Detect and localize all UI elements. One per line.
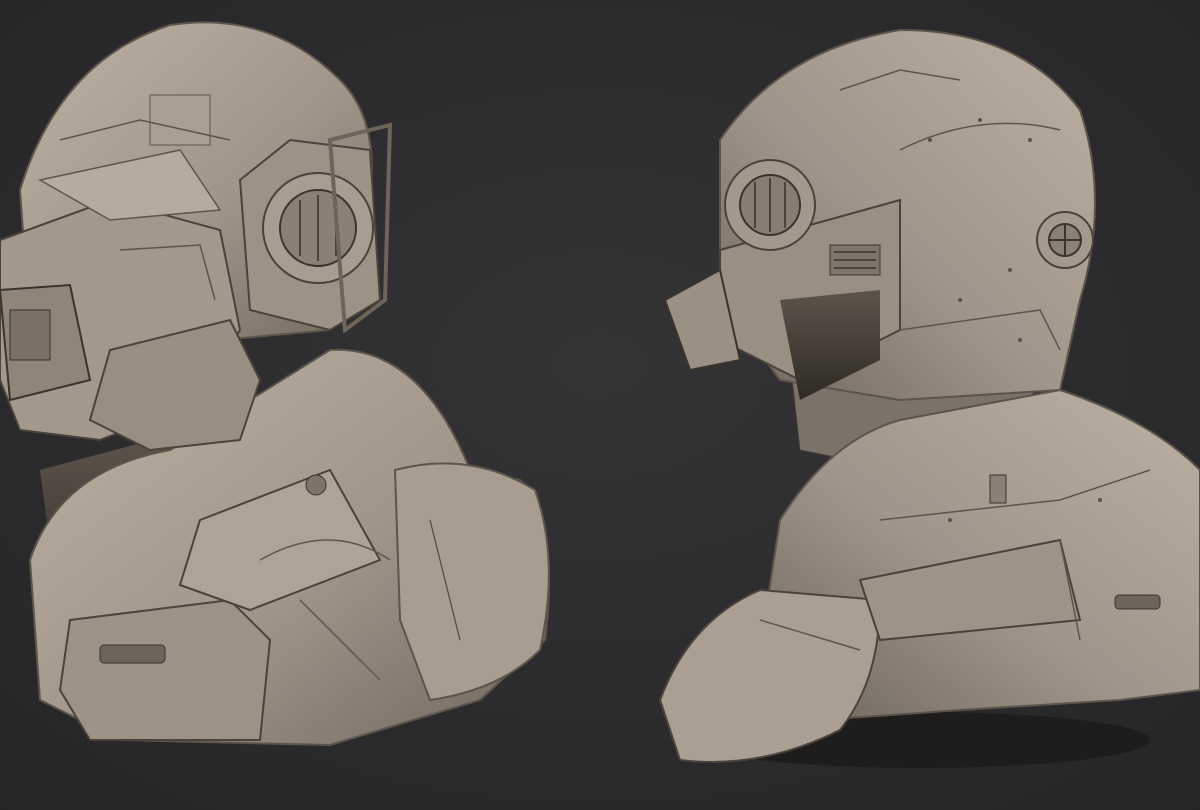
left-mouth-grille xyxy=(9,309,51,361)
render-viewport xyxy=(0,0,1200,810)
left-chest-vent xyxy=(99,644,166,664)
right-ear-module xyxy=(724,159,816,251)
left-forehead-panel xyxy=(149,94,211,146)
right-chest-vent xyxy=(1114,594,1161,610)
left-collar-bolt xyxy=(305,474,327,496)
right-ear-disc xyxy=(1036,211,1094,269)
sculpt-render xyxy=(0,0,1200,810)
left-lower-chest-plate xyxy=(58,598,272,741)
right-chest-slot xyxy=(989,474,1007,504)
